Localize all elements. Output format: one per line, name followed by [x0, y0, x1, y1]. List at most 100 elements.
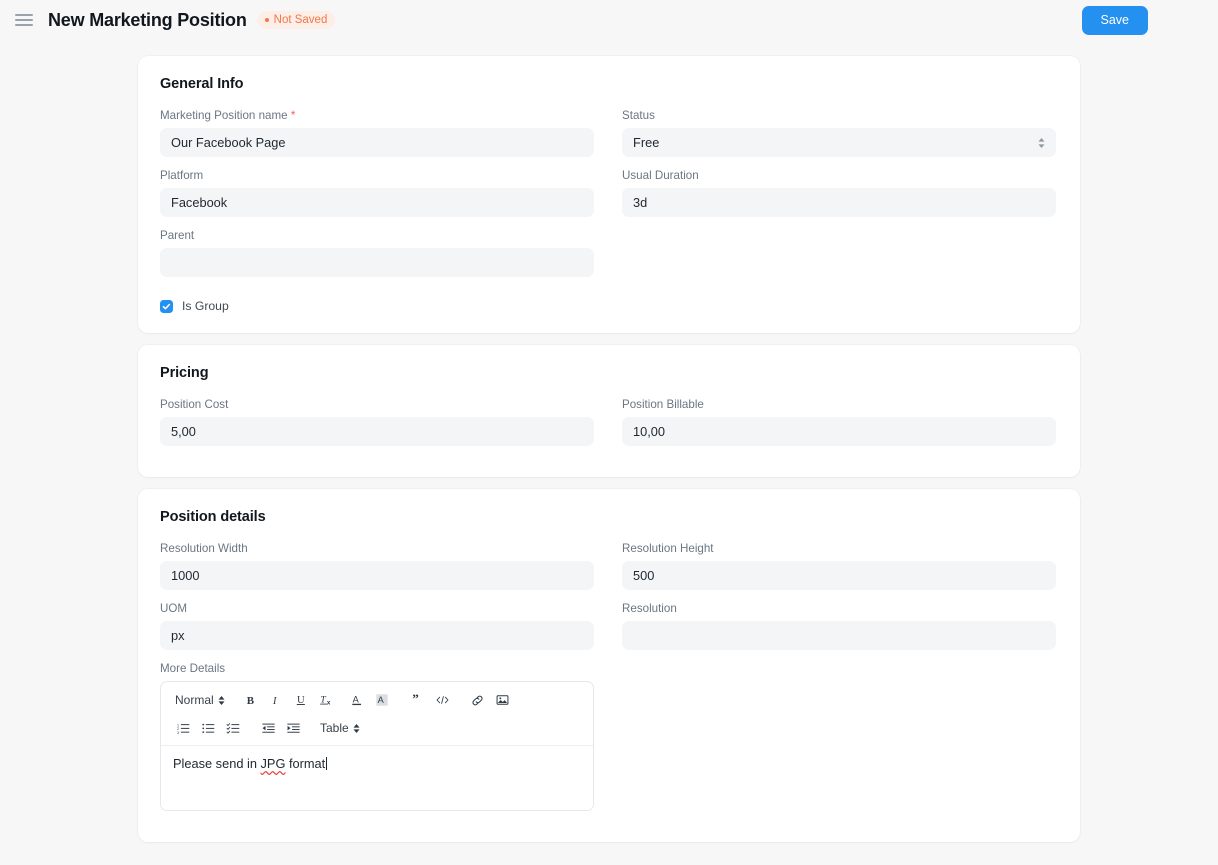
input-resolution-width[interactable]: 1000 — [160, 561, 594, 591]
editor-text-suffix: format — [285, 756, 326, 772]
editor-text-prefix: Please send in — [173, 756, 261, 772]
status-badge: Not Saved — [257, 11, 336, 29]
svg-text:3: 3 — [177, 731, 179, 735]
field-parent: Parent — [160, 228, 594, 278]
svg-text:x: x — [327, 700, 331, 707]
field-position-billable: Position Billable 10,00 — [622, 397, 1056, 447]
label-text: Marketing Position name — [160, 109, 288, 122]
input-position-cost[interactable]: 5,00 — [160, 417, 594, 447]
pricing-title: Pricing — [160, 365, 209, 382]
checkbox-row-is-group[interactable]: Is Group — [160, 299, 1058, 313]
field-uom: UOM px — [160, 601, 594, 651]
svg-text:A: A — [378, 696, 385, 706]
italic-icon[interactable]: I — [264, 689, 289, 711]
bullet-list-icon[interactable] — [196, 717, 221, 739]
label-platform: Platform — [160, 169, 204, 183]
required-asterisk: * — [290, 109, 296, 122]
field-resolution: Resolution — [622, 601, 1056, 651]
save-button[interactable]: Save — [1081, 6, 1148, 35]
input-marketing-position-name[interactable]: Our Facebook Page — [160, 128, 594, 158]
hamburger-menu-icon[interactable] — [13, 9, 35, 31]
general-info-card: General Info Marketing Position name * O… — [138, 56, 1080, 334]
font-color-icon[interactable]: A — [345, 689, 370, 711]
svg-text:”: ” — [412, 693, 419, 706]
bold-icon[interactable]: B — [239, 689, 264, 711]
check-list-icon[interactable] — [221, 717, 246, 739]
form-page: General Info Marketing Position name * O… — [0, 40, 1218, 843]
editor-toolbar-row-1: Normal B I U T x A A ” — [171, 688, 583, 712]
position-details-card: Position details Resolution Width 1000 R… — [138, 489, 1080, 843]
position-details-title: Position details — [160, 509, 266, 526]
hamburger-line — [15, 24, 33, 27]
general-info-title: General Info — [160, 76, 244, 92]
select-status[interactable]: Free — [622, 128, 1056, 158]
editor-toolbar-row-2: 1 2 3 Table — [171, 716, 583, 740]
input-parent[interactable] — [160, 248, 594, 278]
link-icon[interactable] — [465, 689, 490, 711]
input-resolution[interactable] — [622, 621, 1056, 651]
hamburger-line — [15, 19, 33, 21]
field-resolution-height: Resolution Height 500 — [622, 541, 1056, 591]
editor-text-misspelled: JPG — [260, 756, 286, 772]
table-picker-label: Table — [320, 721, 349, 736]
svg-text:B: B — [247, 695, 254, 707]
editor-toolbar: Normal B I U T x A A ” 1 2 3 Table — [161, 682, 593, 747]
input-resolution-height[interactable]: 500 — [622, 561, 1056, 591]
top-bar: New Marketing Position Not Saved Save — [0, 0, 1218, 40]
label-more-details: More Details — [160, 662, 226, 676]
hamburger-line — [15, 13, 33, 16]
blockquote-icon[interactable]: ” — [405, 689, 430, 711]
pricing-card: Pricing Position Cost 5,00 Position Bill… — [138, 345, 1080, 478]
svg-text:I: I — [272, 695, 278, 707]
label-is-group: Is Group — [182, 299, 229, 314]
label-usual-duration: Usual Duration — [622, 169, 699, 183]
field-marketing-position-name: Marketing Position name * Our Facebook P… — [160, 108, 594, 158]
outdent-icon[interactable] — [256, 717, 281, 739]
chevron-up-down-icon — [353, 723, 360, 734]
svg-text:A: A — [353, 695, 360, 705]
input-platform[interactable]: Facebook — [160, 188, 594, 218]
label-marketing-position-name: Marketing Position name * — [160, 108, 594, 123]
input-position-billable[interactable]: 10,00 — [622, 417, 1056, 447]
check-icon — [162, 303, 171, 310]
label-position-cost: Position Cost — [160, 398, 229, 412]
grid-spacer — [622, 228, 1056, 288]
label-uom: UOM — [160, 602, 188, 616]
table-picker[interactable]: Table — [316, 721, 364, 735]
label-status: Status — [622, 109, 655, 122]
field-resolution-width: Resolution Width 1000 — [160, 541, 594, 591]
label-resolution-height: Resolution Height — [622, 542, 714, 556]
text-cursor — [325, 757, 327, 771]
label-resolution: Resolution — [622, 602, 677, 616]
format-picker-label: Normal — [175, 693, 214, 708]
general-info-grid: Marketing Position name * Our Facebook P… — [160, 108, 1058, 288]
position-details-grid: Resolution Width 1000 Resolution Height … — [160, 541, 1058, 661]
label-position-billable: Position Billable — [622, 398, 704, 412]
ordered-list-icon[interactable]: 1 2 3 — [171, 717, 196, 739]
background-color-icon[interactable]: A — [370, 689, 395, 711]
checkbox-is-group[interactable] — [160, 299, 173, 313]
label-parent: Parent — [160, 229, 195, 243]
chevron-up-down-icon — [218, 695, 225, 706]
code-icon[interactable] — [430, 689, 455, 711]
image-icon[interactable] — [490, 689, 515, 711]
input-uom[interactable]: px — [160, 621, 594, 651]
pricing-grid: Position Cost 5,00 Position Billable 10,… — [160, 397, 1058, 457]
status-dot-icon — [264, 18, 269, 22]
clear-format-icon[interactable]: T x — [314, 689, 339, 711]
editor-content-area[interactable]: Please send in JPG format — [161, 746, 593, 811]
rich-text-editor: Normal B I U T x A A ” 1 2 3 Table Pleas… — [160, 681, 594, 812]
label-resolution-width: Resolution Width — [160, 542, 248, 556]
field-status: Status Free — [622, 108, 1056, 158]
status-badge-label: Not Saved — [273, 14, 328, 26]
select-status-wrapper: Free — [622, 128, 1056, 158]
field-position-cost: Position Cost 5,00 — [160, 397, 594, 447]
field-usual-duration: Usual Duration 3d — [622, 168, 1056, 218]
field-more-details: More Details Normal B I U T x A A ” 1 2 … — [160, 661, 1058, 812]
input-usual-duration[interactable]: 3d — [622, 188, 1056, 218]
format-picker[interactable]: Normal — [171, 693, 229, 707]
field-platform: Platform Facebook — [160, 168, 594, 218]
page-title: New Marketing Position — [48, 9, 247, 30]
underline-icon[interactable]: U — [289, 689, 314, 711]
indent-icon[interactable] — [281, 717, 306, 739]
